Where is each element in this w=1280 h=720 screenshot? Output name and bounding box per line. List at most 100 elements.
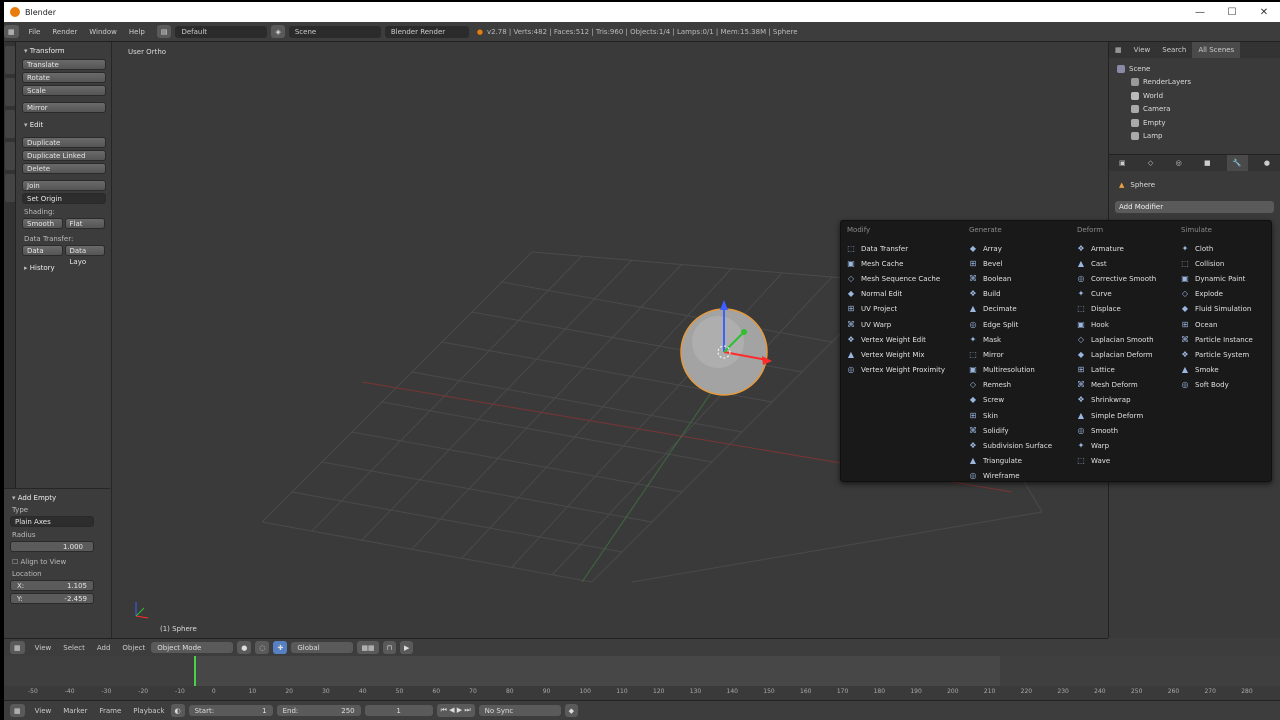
translate-button[interactable]: Translate [22,59,106,70]
sync-select[interactable]: No Sync [478,705,561,716]
modifier-tab-icon[interactable]: 🔧 [1226,155,1248,171]
add-modifier-select[interactable]: Add Modifier [1115,201,1274,213]
menu-help[interactable]: Help [129,28,145,36]
modifier-item-mirror[interactable]: ⬚ Mirror [969,347,1052,362]
modifier-item-smooth[interactable]: ◎ Smooth [1077,423,1156,438]
manipulator-icon[interactable]: ✚ [273,641,288,654]
modifier-item-boolean[interactable]: ⌘ Boolean [969,271,1052,286]
modifier-item-lattice[interactable]: ⊞ Lattice [1077,363,1156,378]
menu-render[interactable]: Render [52,28,77,36]
viewport-menu-select[interactable]: Select [63,644,85,652]
pivot-icon[interactable]: ◌ [255,641,270,654]
scene-tab-icon[interactable]: ◇ [1142,159,1159,167]
outliner-item-empty[interactable]: Empty [1117,116,1272,130]
duplicate-linked-button[interactable]: Duplicate Linked [22,150,106,161]
outliner-item-renderlayers[interactable]: RenderLayers [1117,76,1272,90]
modifier-item-cloth[interactable]: ✦ Cloth [1181,241,1253,256]
modifier-item-displace[interactable]: ⬚ Displace [1077,302,1156,317]
modifier-item-smoke[interactable]: ▲ Smoke [1181,363,1253,378]
render-engine-select[interactable]: Blender Render [384,25,469,38]
modifier-item-simple-deform[interactable]: ▲ Simple Deform [1077,408,1156,423]
modifier-item-remesh[interactable]: ◇ Remesh [969,378,1052,393]
timeline-editor-icon[interactable]: ▦ [10,704,25,717]
timeline-menu-view[interactable]: View [35,707,52,715]
current-frame-marker[interactable] [194,656,196,686]
material-tab-icon[interactable]: ● [1258,159,1276,167]
modifier-item-build[interactable]: ❖ Build [969,287,1052,302]
delete-button[interactable]: Delete [22,163,106,174]
outliner-tab-view[interactable]: View [1128,46,1157,54]
viewport-menu-add[interactable]: Add [97,644,111,652]
modifier-item-fluid-simulation[interactable]: ◆ Fluid Simulation [1181,302,1253,317]
modifier-item-hook[interactable]: ▣ Hook [1077,317,1156,332]
modifier-item-explode[interactable]: ◇ Explode [1181,287,1253,302]
scene-field[interactable]: Scene [288,25,381,38]
render-tab-icon[interactable]: ▣ [1113,159,1132,167]
layers-icon[interactable]: ▦▦ [357,641,379,654]
modifier-item-triangulate[interactable]: ▲ Triangulate [969,454,1052,469]
orientation-select[interactable]: Global [291,642,354,653]
modifier-item-mesh-deform[interactable]: ⌘ Mesh Deform [1077,378,1156,393]
modifier-item-uv-project[interactable]: ⊞ UV Project [847,302,945,317]
outliner-tab-all-scenes[interactable]: All Scenes [1192,42,1241,58]
viewport-menu-object[interactable]: Object [122,644,145,652]
modifier-item-armature[interactable]: ❖ Armature [1077,241,1156,256]
history-panel-title[interactable]: History [24,264,105,272]
modifier-item-particle-system[interactable]: ❖ Particle System [1181,347,1253,362]
screen-layout-field[interactable]: Default [175,25,268,38]
keyframe-icon[interactable]: ◆ [564,704,579,717]
timeline-menu-frame[interactable]: Frame [99,707,121,715]
modifier-item-decimate[interactable]: ▲ Decimate [969,302,1052,317]
modifier-item-soft-body[interactable]: ◎ Soft Body [1181,378,1253,393]
outliner-item-camera[interactable]: Camera [1117,103,1272,117]
edit-panel-title[interactable]: Edit [24,121,105,129]
modifier-item-multiresolution[interactable]: ▣ Multiresolution [969,363,1052,378]
modifier-item-collision[interactable]: ⬚ Collision [1181,256,1253,271]
align-to-view-checkbox[interactable]: ☐ Align to View [12,558,104,566]
modifier-item-shrinkwrap[interactable]: ❖ Shrinkwrap [1077,393,1156,408]
modifier-item-wave[interactable]: ⬚ Wave [1077,454,1156,469]
start-frame-field[interactable]: Start: 1 [188,705,273,716]
modifier-item-laplacian-deform[interactable]: ◆ Laplacian Deform [1077,347,1156,362]
maximize-button[interactable]: ☐ [1216,7,1248,18]
viewport-menu-view[interactable]: View [35,644,52,652]
menu-file[interactable]: File [29,28,41,36]
shading-mode-icon[interactable]: ● [237,641,252,654]
timeline-menu-playback[interactable]: Playback [133,707,164,715]
modifier-item-mask[interactable]: ✦ Mask [969,332,1052,347]
data-layout-button[interactable]: Data Layo [64,245,105,266]
scale-button[interactable]: Scale [22,85,106,96]
location-x-field[interactable]: X: 1.105 [10,580,94,591]
tab-animation[interactable] [5,142,15,170]
tab-tools[interactable] [5,46,15,74]
modifier-item-ocean[interactable]: ⊞ Ocean [1181,317,1253,332]
radius-field[interactable]: 1.000 [10,541,94,552]
join-button[interactable]: Join [22,180,106,191]
outliner-item-lamp[interactable]: Lamp [1117,130,1272,144]
rotate-button[interactable]: Rotate [22,72,106,83]
snap-icon[interactable]: ⊓ [382,641,397,654]
modifier-item-skin[interactable]: ⊞ Skin [969,408,1052,423]
empty-type-select[interactable]: Plain Axes [10,516,94,527]
data-button[interactable]: Data [22,245,63,256]
modifier-item-cast[interactable]: ▲ Cast [1077,256,1156,271]
modifier-item-mesh-sequence-cache[interactable]: ◇ Mesh Sequence Cache [847,271,945,286]
modifier-item-screw[interactable]: ◆ Screw [969,393,1052,408]
outliner-editor-icon[interactable]: ▦ [1109,46,1128,54]
current-frame-field[interactable]: 1 [364,705,433,716]
set-origin-select[interactable]: Set Origin [22,193,106,204]
tab-relations[interactable] [5,110,15,138]
modifier-item-warp[interactable]: ✦ Warp [1077,438,1156,453]
modifier-item-mesh-cache[interactable]: ▣ Mesh Cache [847,256,945,271]
modifier-item-edge-split[interactable]: ◎ Edge Split [969,317,1052,332]
mirror-button[interactable]: Mirror [22,102,106,113]
screen-layout-icon[interactable]: ▤ [156,25,172,38]
editor-type-icon[interactable]: ▦ [4,25,19,38]
viewport-editor-icon[interactable]: ▦ [10,641,25,654]
add-empty-title[interactable]: Add Empty [12,494,104,502]
end-frame-field[interactable]: End: 250 [276,705,361,716]
outliner-item-world[interactable]: World [1117,89,1272,103]
outliner-item-scene[interactable]: Scene [1117,62,1272,76]
close-button[interactable]: ✕ [1248,7,1280,18]
modifier-item-array[interactable]: ◆ Array [969,241,1052,256]
